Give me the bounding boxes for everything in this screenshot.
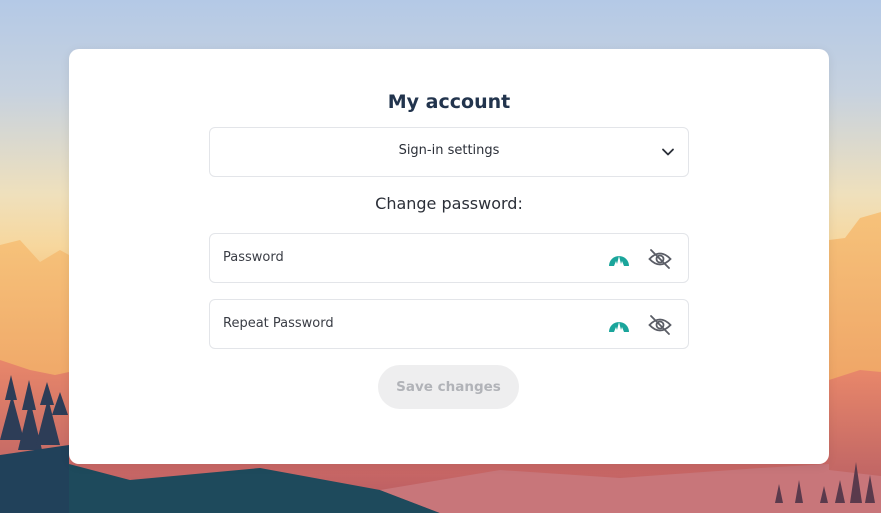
password-placeholder: Password: [223, 250, 284, 265]
nordpass-icon[interactable]: [608, 313, 630, 335]
eye-off-icon[interactable]: [648, 248, 672, 270]
eye-off-icon[interactable]: [648, 314, 672, 336]
sign-in-settings-select[interactable]: Sign-in settings: [209, 127, 689, 177]
account-card: My account Sign-in settings Change passw…: [69, 49, 829, 464]
save-changes-button[interactable]: Save changes: [378, 365, 519, 409]
chevron-down-icon: [662, 148, 674, 156]
select-label: Sign-in settings: [398, 143, 500, 158]
repeat-password-placeholder: Repeat Password: [223, 316, 334, 331]
nordpass-icon[interactable]: [608, 247, 630, 269]
repeat-password-field[interactable]: Repeat Password: [209, 299, 689, 349]
page-title: My account: [387, 91, 511, 113]
change-password-heading: Change password:: [375, 194, 523, 213]
password-field[interactable]: Password: [209, 233, 689, 283]
